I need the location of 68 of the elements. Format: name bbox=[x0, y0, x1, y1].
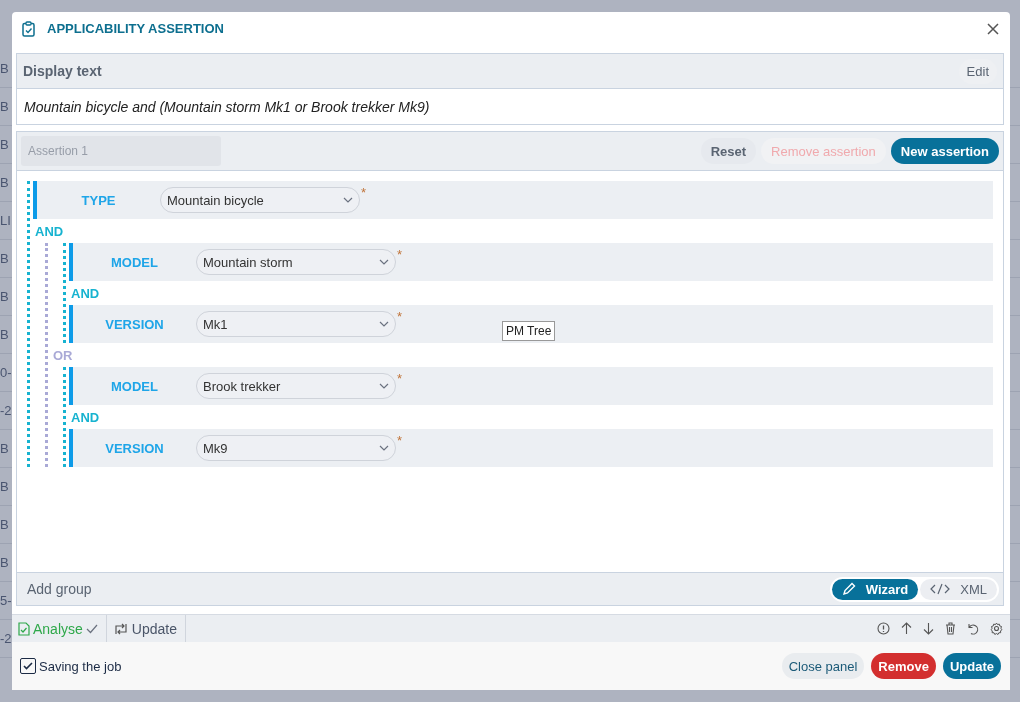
required-asterisk: * bbox=[397, 247, 403, 262]
background-text: B bbox=[0, 61, 9, 76]
background-text: B bbox=[0, 175, 9, 190]
info-icon[interactable] bbox=[877, 622, 890, 635]
sync-icon bbox=[112, 622, 129, 635]
operator-label: AND bbox=[34, 222, 65, 241]
mode-tab[interactable]: XML bbox=[920, 578, 997, 600]
footer-button[interactable]: Remove bbox=[871, 653, 936, 679]
background-text: B bbox=[0, 289, 9, 304]
settings-icon[interactable] bbox=[990, 622, 1003, 635]
chevron-down-icon bbox=[379, 445, 389, 451]
display-text: Mountain bicycle and (Mountain storm Mk1 or Brook trekker Mk9) bbox=[24, 98, 430, 115]
background-text: B bbox=[0, 517, 9, 532]
condition-label: MODEL bbox=[110, 378, 159, 394]
assertion-button[interactable]: Reset bbox=[700, 138, 757, 164]
value-dropdown[interactable]: Brook trekker bbox=[196, 373, 396, 399]
background-text: B bbox=[0, 327, 9, 342]
chevron-down-icon bbox=[379, 321, 389, 327]
assertion-button[interactable]: New assertion bbox=[890, 138, 999, 164]
operator-label: AND bbox=[70, 408, 101, 427]
background-text: B bbox=[0, 99, 9, 114]
chevron-down-icon bbox=[379, 383, 389, 389]
value-dropdown[interactable]: Mk1 bbox=[196, 311, 396, 337]
add-group-link[interactable]: Add group bbox=[27, 581, 92, 597]
check-icon bbox=[85, 623, 98, 634]
background-text: LI bbox=[0, 213, 11, 228]
background-text: B bbox=[0, 555, 9, 570]
chevron-down-icon bbox=[343, 197, 353, 203]
background-text: 5- bbox=[0, 593, 12, 608]
file-check-icon bbox=[18, 621, 30, 636]
arrow-up-icon[interactable] bbox=[901, 622, 912, 635]
required-asterisk: * bbox=[361, 185, 367, 200]
condition-label: VERSION bbox=[104, 440, 165, 456]
pencil-icon bbox=[841, 582, 856, 596]
close-icon[interactable] bbox=[987, 22, 999, 35]
code-icon bbox=[930, 583, 951, 595]
saving-job-checkbox[interactable]: Saving the job bbox=[20, 658, 122, 674]
arrow-down-icon[interactable] bbox=[923, 622, 934, 635]
tooltip: PM Tree bbox=[502, 321, 556, 341]
operator-label: AND bbox=[70, 284, 101, 303]
background-text: 0- bbox=[0, 365, 12, 380]
condition-label: MODEL bbox=[110, 254, 159, 270]
panel-heading: Display text bbox=[23, 63, 102, 79]
required-asterisk: * bbox=[397, 371, 403, 386]
required-asterisk: * bbox=[397, 433, 403, 448]
mode-tab[interactable]: Wizard bbox=[831, 578, 919, 600]
background-text: B bbox=[0, 479, 9, 494]
condition-label: TYPE bbox=[80, 192, 117, 208]
condition-label: VERSION bbox=[104, 316, 165, 332]
footer-button[interactable]: Close panel bbox=[781, 653, 865, 679]
checkbox[interactable] bbox=[20, 658, 36, 674]
operator-label: OR bbox=[52, 346, 74, 365]
value-dropdown[interactable]: Mk9 bbox=[196, 435, 396, 461]
dialog-title: APPLICABILITY ASSERTION bbox=[47, 21, 225, 36]
footer-button[interactable]: Update bbox=[942, 653, 1001, 679]
background-text: B bbox=[0, 251, 9, 266]
clipboard-check-icon bbox=[22, 20, 35, 37]
value-dropdown[interactable]: Mountain storm bbox=[196, 249, 396, 275]
value-dropdown[interactable]: Mountain bicycle bbox=[160, 187, 360, 213]
required-asterisk: * bbox=[397, 309, 403, 324]
undo-icon[interactable] bbox=[967, 622, 979, 635]
check-icon bbox=[23, 662, 33, 670]
trash-icon[interactable] bbox=[945, 622, 956, 635]
background-text: -2 bbox=[0, 631, 12, 646]
background-text: B bbox=[0, 441, 9, 456]
chevron-down-icon bbox=[379, 259, 389, 265]
background-text: -2 bbox=[0, 403, 12, 418]
background-text: B bbox=[0, 137, 9, 152]
